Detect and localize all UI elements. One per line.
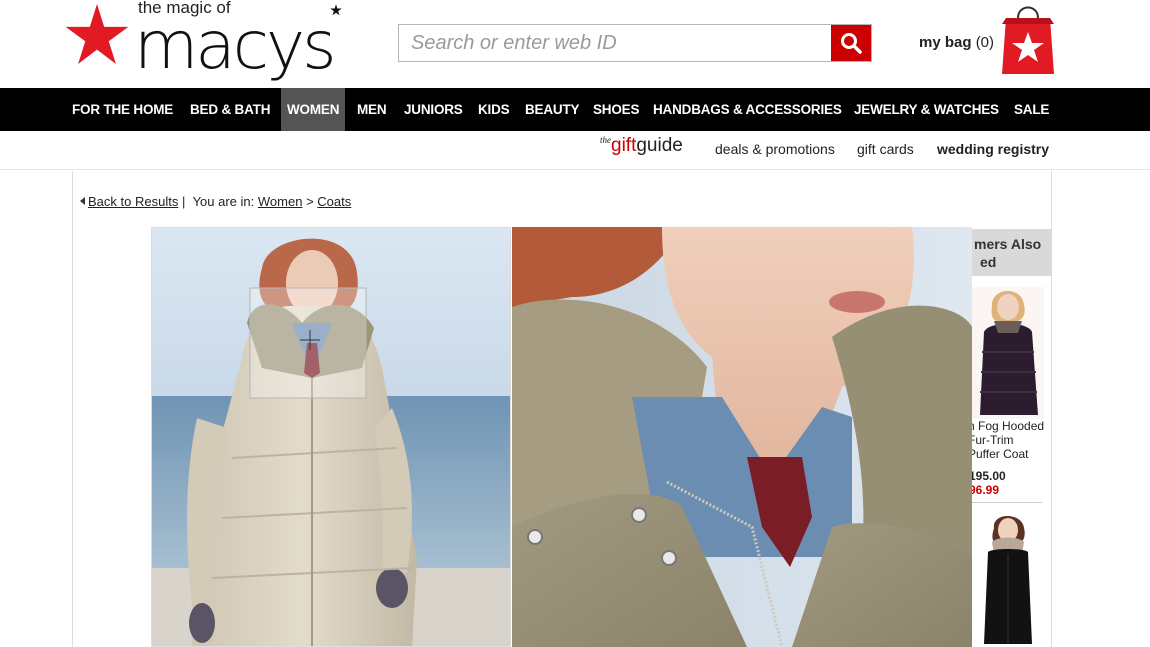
recommended-product-name-line3[interactable]: Puffer Coat [972,447,1028,461]
breadcrumb-gt: > [306,194,314,209]
gift-cards-link[interactable]: gift cards [857,141,914,157]
gift-guide-guide: guide [636,135,683,156]
nav-item-for-the-home[interactable]: FOR THE HOME [72,88,173,131]
nav-item-juniors[interactable]: JUNIORS [404,88,463,131]
logo-wordmark: macys [134,14,336,84]
also-viewed-header-line1: mers Also [974,236,1042,252]
recommended-product-sale-price: 96.99 [972,483,1000,497]
wedding-registry-link[interactable]: wedding registry [937,141,1049,157]
header-divider [0,169,1150,170]
nav-item-beauty[interactable]: BEAUTY [525,88,580,131]
breadcrumb-prefix: You are in: [192,194,255,209]
black-coat-thumbnail [972,512,1044,644]
breadcrumb-coats-link[interactable]: Coats [317,194,351,209]
search-button[interactable] [831,25,871,61]
recommended-product-image-2[interactable] [972,512,1044,644]
utility-nav: thegiftguide deals & promotions gift car… [0,131,1150,169]
recommended-product-name-line2[interactable]: Fur-Trim [972,433,1014,447]
site-header: the magic of macys my bag (0) [0,0,1150,88]
nav-item-jewelry[interactable]: JEWELRY & WATCHES [854,88,999,131]
nav-item-women[interactable]: WOMEN [281,88,346,131]
recommended-divider [972,502,1042,503]
zoomed-photo [512,227,972,647]
bag-count: (0) [975,34,995,51]
apostrophe-star-icon [330,4,342,16]
also-viewed-header-line2: ed [980,254,997,270]
breadcrumb-women-link[interactable]: Women [258,194,303,209]
back-to-results-link[interactable]: Back to Results [88,194,178,209]
recommended-product-name-line1[interactable]: n Fog Hooded [972,419,1044,433]
shopping-bag-icon[interactable] [1002,0,1054,74]
product-image[interactable] [151,227,511,647]
search-icon [841,33,862,54]
main-nav: FOR THE HOME BED & BATH WOMEN MEN JUNIOR… [0,88,1150,131]
also-viewed-header: mers Also ed [972,229,1052,276]
search-input[interactable] [399,25,831,61]
recommended-product-image[interactable] [972,287,1044,419]
my-bag-link[interactable]: my bag (0) [919,34,994,51]
product-photo [152,228,510,646]
my-bag-label: my bag [919,34,972,51]
gift-guide-the: the [600,135,611,145]
customers-also-viewed: mers Also ed n Fog Hooded Fur-Trim Puffe… [972,229,1052,647]
macys-product-page: the magic of macys my bag (0) [0,0,1150,647]
nav-item-bed-bath[interactable]: BED & BATH [190,88,270,131]
svg-text:macys: macys [134,14,333,84]
zoomed-image [512,227,972,647]
breadcrumb: Back to Results | You are in: Women > Co… [80,194,351,209]
nav-item-kids[interactable]: KIDS [478,88,510,131]
nav-item-handbags[interactable]: HANDBAGS & ACCESSORIES [653,88,842,131]
red-star-icon [65,4,129,65]
puffer-coat-thumbnail [972,287,1044,419]
gift-guide-link[interactable]: thegiftguide [600,135,683,157]
recommended-product-original-price: 195.00 [972,469,1006,483]
gift-guide-gift: gift [611,135,637,156]
breadcrumb-separator: | [181,194,186,209]
macys-logo[interactable]: the magic of macys [64,0,364,84]
nav-item-shoes[interactable]: SHOES [593,88,639,131]
back-arrow-icon [80,197,85,205]
nav-item-men[interactable]: MEN [357,88,387,131]
deals-promotions-link[interactable]: deals & promotions [715,141,835,157]
nav-item-sale[interactable]: SALE [1014,88,1049,131]
search-bar [398,24,872,62]
